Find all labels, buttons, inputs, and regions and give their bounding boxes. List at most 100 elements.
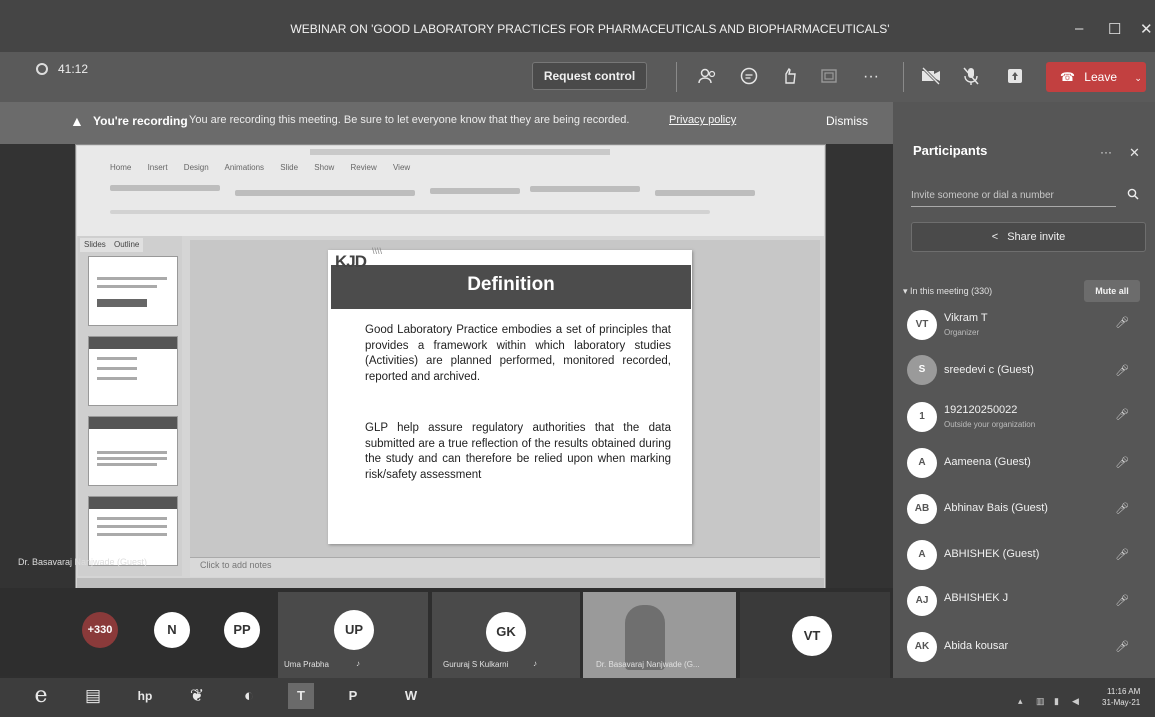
leave-button[interactable]: ☎ Leave ⌄: [1046, 62, 1146, 92]
participant-role: Outside your organization: [944, 420, 1036, 429]
slide-logo: KJD: [335, 252, 367, 271]
teams-icon[interactable]: T: [288, 683, 314, 709]
invite-search-input[interactable]: [911, 185, 1116, 207]
ribbon-group: [110, 210, 710, 214]
avatar: VT: [792, 616, 832, 656]
system-clock[interactable]: 11:16 AM 31-May-21: [1102, 686, 1140, 708]
more-participants-count[interactable]: +330: [82, 612, 118, 648]
maximize-button[interactable]: ☐: [1108, 20, 1121, 38]
participant-row[interactable]: [900, 398, 1150, 440]
avatar: UP: [334, 610, 374, 650]
slide-thumbnail: [88, 416, 178, 486]
mic-icon: ♪: [533, 659, 537, 668]
share-icon: <: [991, 231, 999, 243]
participant-row[interactable]: [900, 628, 1150, 670]
avatar: A: [907, 448, 937, 478]
mic-off-icon: 🎤︎: [1115, 503, 1129, 515]
avatar: GK: [486, 612, 526, 652]
mic-off-icon: 🎤︎: [1115, 365, 1129, 377]
phone-hangup-icon: ☎: [1060, 70, 1075, 84]
slide-title: Definition: [467, 274, 555, 295]
notes-pane: [190, 557, 820, 577]
avatar: 1: [907, 402, 937, 432]
panel-more-button[interactable]: ···: [1100, 145, 1112, 159]
ribbon-tabs: Home Insert Design Animations Slide Show…: [110, 163, 411, 172]
file-explorer-icon[interactable]: ▤: [80, 683, 106, 709]
avatar: AB: [907, 494, 937, 524]
mic-off-icon: 🎤︎: [1115, 641, 1129, 653]
dismiss-button[interactable]: Dismiss: [826, 114, 868, 128]
participants-icon[interactable]: [696, 66, 718, 88]
tray-chevron-icon[interactable]: ▴: [1018, 696, 1023, 707]
panel-title: Participants: [913, 143, 988, 158]
share-screen-icon[interactable]: [1004, 66, 1026, 88]
meeting-timer: 41:12: [58, 62, 89, 76]
network-icon[interactable]: ▥: [1036, 696, 1045, 707]
share-invite-button[interactable]: < Share invite: [911, 222, 1146, 252]
minimize-button[interactable]: –: [1075, 20, 1083, 37]
search-icon[interactable]: [1127, 188, 1139, 203]
avatar: PP: [224, 612, 260, 648]
chevron-down-icon: ▾: [903, 286, 908, 296]
recording-label: You're recording: [93, 114, 188, 128]
clock-date: 31-May-21: [1102, 698, 1141, 707]
participant-row[interactable]: [900, 582, 1150, 624]
more-options-icon[interactable]: ···: [860, 66, 882, 88]
slide-paragraph-2: GLP help assure regulatory authorities t…: [365, 422, 671, 481]
ribbon-group: [110, 185, 220, 191]
avatar: VT: [907, 310, 937, 340]
tile-name: Gururaj S Kulkarni: [443, 660, 509, 669]
ribbon-group: [655, 190, 755, 196]
participant-name: Aameena (Guest): [944, 456, 1031, 468]
participant-name: ABHISHEK J: [944, 592, 1009, 604]
share-invite-label: Share invite: [1007, 231, 1066, 243]
avatar: A: [907, 540, 937, 570]
reactions-icon[interactable]: [778, 66, 800, 88]
chat-icon[interactable]: [738, 66, 760, 88]
hp-icon[interactable]: hp: [132, 683, 158, 709]
slide-thumbnail: [88, 496, 178, 566]
close-icon[interactable]: ✕: [1129, 145, 1140, 161]
timer-icon: [36, 63, 48, 75]
logo-rays-icon: \\\\: [372, 246, 383, 256]
in-meeting-header[interactable]: ▾ In this meeting (330): [903, 286, 992, 297]
participant-role: Organizer: [944, 328, 980, 337]
participant-name: 192120250022: [944, 404, 1018, 416]
chevron-down-icon[interactable]: ⌄: [1134, 73, 1142, 83]
windows-taskbar: [0, 678, 1155, 717]
toolbar-divider: [903, 62, 904, 92]
toolbar-divider: [676, 62, 677, 92]
mic-off-icon[interactable]: [960, 66, 982, 88]
warning-icon: ▲: [70, 113, 84, 129]
chrome-icon[interactable]: ◐: [236, 683, 262, 709]
avatar: N: [154, 612, 190, 648]
word-icon[interactable]: W: [398, 683, 424, 709]
avatar: AJ: [907, 586, 937, 616]
slide-thumbnail: [88, 256, 178, 326]
volume-icon[interactable]: ◀: [1072, 696, 1079, 707]
participant-name: Abhinav Bais (Guest): [944, 502, 1048, 514]
camera-off-icon[interactable]: [920, 66, 942, 88]
request-control-button[interactable]: Request control: [532, 62, 647, 90]
mic-off-icon: 🎤︎: [1115, 457, 1129, 469]
signal-icon[interactable]: ▮: [1054, 696, 1059, 707]
powerpoint-icon[interactable]: P: [340, 683, 366, 709]
mute-all-button[interactable]: Mute all: [1084, 280, 1140, 302]
notes-placeholder[interactable]: Click to add notes: [200, 560, 272, 570]
leave-label: Leave: [1084, 70, 1117, 84]
internet-explorer-icon[interactable]: e: [28, 683, 54, 709]
mic-off-icon: 🎤︎: [1115, 595, 1129, 607]
slide-thumbnail: [88, 336, 178, 406]
participant-name: sreedevi c (Guest): [944, 364, 1034, 376]
slide-paragraph-1: Good Laboratory Practice embodies a set …: [365, 324, 671, 383]
privacy-policy-link[interactable]: Privacy policy: [669, 114, 736, 126]
window-title: WEBINAR ON 'GOOD LABORATORY PRACTICES FO…: [290, 22, 890, 36]
paint-icon[interactable]: ❦: [184, 683, 210, 709]
mic-icon: ♪: [356, 659, 360, 668]
recording-message: You are recording this meeting. Be sure …: [189, 114, 630, 126]
close-window-button[interactable]: ✕: [1140, 20, 1153, 38]
participant-row[interactable]: [900, 306, 1150, 348]
avatar: AK: [907, 632, 937, 662]
mic-off-icon: 🎤︎: [1115, 409, 1129, 421]
share-tray-icon[interactable]: [818, 66, 840, 88]
